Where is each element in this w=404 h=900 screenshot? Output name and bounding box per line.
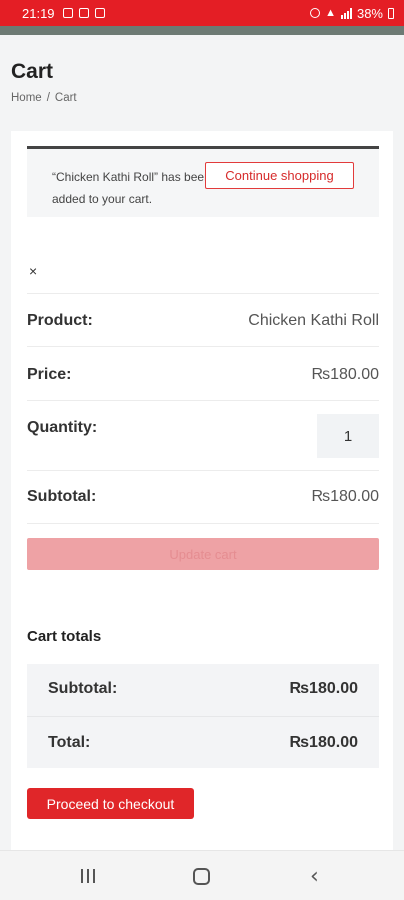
battery-percent: 38% — [356, 5, 383, 21]
mail-icon — [62, 8, 73, 18]
battery-icon — [388, 7, 394, 19]
totals-subtotal-label: Subtotal: — [48, 680, 118, 697]
system-navigation-bar: ‹ — [0, 850, 404, 900]
cart-totals-table: Subtotal: ₨180.00 Total: ₨180.00 — [27, 664, 379, 768]
breadcrumb: Home / Cart — [11, 92, 77, 104]
divider — [27, 523, 379, 524]
back-icon[interactable]: ‹ — [310, 864, 319, 889]
cart-card: “Chicken Kathi Roll” has been added to y… — [11, 131, 393, 850]
divider — [27, 400, 379, 401]
totals-subtotal-value: ₨180.00 — [289, 680, 358, 697]
clock: 21:19 — [22, 5, 55, 21]
product-name[interactable]: Chicken Kathi Roll — [248, 312, 379, 330]
divider — [27, 716, 379, 717]
product-label: Product: — [27, 312, 93, 329]
status-bar: 21:19 ▲ 38% — [0, 0, 404, 26]
gallery-icon — [94, 8, 105, 18]
page-header: Cart Home / Cart — [0, 35, 404, 131]
quantity-label: Quantity: — [27, 419, 98, 436]
breadcrumb-current: Cart — [54, 92, 77, 104]
signal-icon — [340, 7, 352, 19]
message-icon — [78, 8, 89, 18]
recents-icon[interactable] — [81, 869, 95, 883]
cart-totals-heading: Cart totals — [27, 628, 102, 645]
divider — [27, 293, 379, 294]
wifi-icon: ▲ — [325, 7, 336, 19]
quantity-input[interactable]: 1 — [317, 414, 379, 458]
update-cart-button[interactable]: Update cart — [27, 538, 379, 570]
home-icon[interactable] — [193, 868, 210, 885]
proceed-to-checkout-button[interactable]: Proceed to checkout — [27, 788, 194, 819]
page-title: Cart — [11, 60, 54, 83]
remove-item-icon[interactable]: × — [29, 263, 37, 279]
subtotal-value: ₨180.00 — [311, 488, 379, 505]
divider — [27, 346, 379, 347]
price-value: ₨180.00 — [311, 366, 379, 383]
header-strip — [0, 26, 404, 35]
notice-message: “Chicken Kathi Roll” has been added to y… — [52, 170, 211, 206]
divider — [27, 470, 379, 471]
totals-total-label: Total: — [48, 734, 91, 751]
subtotal-label: Subtotal: — [27, 488, 97, 505]
breadcrumb-separator: / — [46, 92, 50, 104]
alarm-icon — [310, 8, 321, 18]
breadcrumb-home-link[interactable]: Home — [11, 92, 42, 104]
continue-shopping-button[interactable]: Continue shopping — [205, 162, 354, 189]
price-label: Price: — [27, 366, 72, 383]
added-to-cart-notice: “Chicken Kathi Roll” has been added to y… — [27, 146, 379, 217]
totals-total-value: ₨180.00 — [289, 734, 358, 751]
